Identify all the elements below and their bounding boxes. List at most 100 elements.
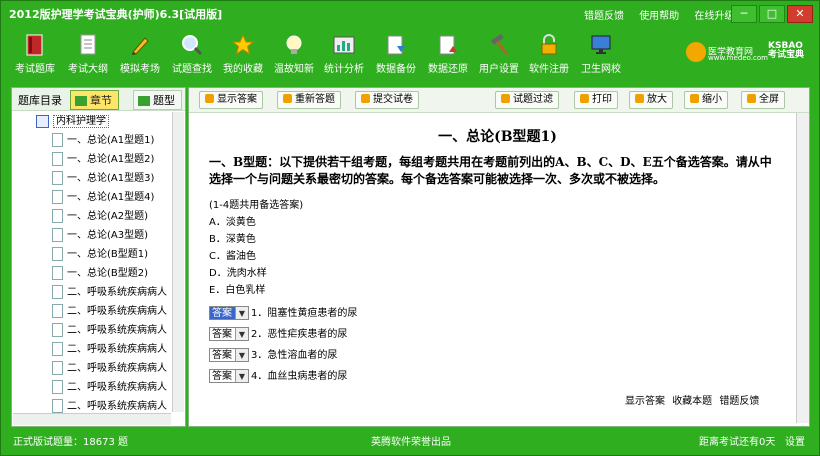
- tree-item[interactable]: 一、总论(A3型题): [14, 226, 170, 245]
- chevron-down-icon: ▼: [235, 349, 248, 361]
- chevron-down-icon: ▼: [235, 307, 248, 319]
- print-button[interactable]: 打印: [574, 91, 618, 109]
- toolbar-mock-exam[interactable]: 模拟考场: [114, 31, 166, 75]
- document-icon: [52, 361, 63, 375]
- answer-select-2[interactable]: 答案 ▼: [209, 327, 249, 341]
- toolbar-register[interactable]: 软件注册: [523, 31, 575, 75]
- answer-list: 答案 ▼ 1．阻塞性黄疸患者的尿 答案 ▼ 2．恶性疟疾患者的尿 答案 ▼ 3．急性溶血者的…: [209, 303, 774, 387]
- title-bar: 2012版护理学考试宝典(护师)6.3[试用版] 错题反馈 使用帮助 在线升级 …: [1, 1, 819, 25]
- credits: 英腾软件荣誉出品: [371, 437, 451, 448]
- option-a: A．淡黄色: [209, 217, 256, 228]
- answer-row-2: 答案 ▼ 2．恶性疟疾患者的尿: [209, 324, 774, 345]
- toolbar-statistics[interactable]: 统计分析: [318, 31, 370, 75]
- submit-button[interactable]: 提交试卷: [355, 91, 419, 109]
- answer-row-3: 答案 ▼ 3．急性溶血者的尿: [209, 345, 774, 366]
- redo-button[interactable]: 重新答题: [277, 91, 341, 109]
- link-update[interactable]: 在线升级: [694, 11, 734, 22]
- folder-icon: [36, 114, 49, 128]
- document-icon: [52, 133, 63, 147]
- document-icon: [52, 304, 63, 318]
- toolbar-search[interactable]: 试题查找: [166, 31, 218, 75]
- link-error-feedback[interactable]: 错题反馈: [584, 11, 624, 22]
- zoom-out-button[interactable]: 缩小: [684, 91, 728, 109]
- tree-item[interactable]: 二、呼吸系统疾病病人: [14, 359, 170, 378]
- document-icon: [52, 266, 63, 280]
- magnifier-icon: [180, 33, 204, 57]
- left-horizontal-scrollbar[interactable]: [13, 413, 171, 425]
- tree-item[interactable]: 一、总论(B型题2): [14, 264, 170, 283]
- close-button[interactable]: ✕: [787, 5, 813, 23]
- option-b: B．深黄色: [209, 234, 256, 245]
- tree-item[interactable]: 一、总论(A2型题): [14, 207, 170, 226]
- question-note: (1-4题共用备选答案): [209, 200, 304, 211]
- chevron-down-icon: ▼: [235, 328, 248, 340]
- filter-button[interactable]: 试题过滤: [495, 91, 559, 109]
- tree-item[interactable]: 二、呼吸系统疾病病人: [14, 283, 170, 302]
- type-icon: [138, 96, 150, 106]
- chevron-down-icon: ▼: [235, 370, 248, 382]
- tree-root[interactable]: 内科护理学: [14, 112, 170, 131]
- footer-show-answer[interactable]: 显示答案: [625, 396, 665, 407]
- tree-items: 一、总论(A1型题1) 一、总论(A1型题2) 一、总论(A1型题3) 一、总论(A1…: [14, 131, 170, 414]
- document-icon: [52, 323, 63, 337]
- zoom-in-icon: [635, 94, 644, 103]
- document-icon: [76, 33, 100, 57]
- zoom-in-button[interactable]: 放大: [629, 91, 673, 109]
- document-icon: [52, 228, 63, 242]
- question-content: 一、总论(B型题1) 一、B型题：以下提供若干组考题，每组考题共用在考题前列出的…: [209, 126, 774, 387]
- question-count: 正式版试题量：18673 题: [13, 437, 128, 448]
- tree-item[interactable]: 二、呼吸系统疾病病人: [14, 321, 170, 340]
- lightbulb-icon: [282, 33, 306, 57]
- toolbar-online-school[interactable]: 卫生网校: [575, 31, 627, 75]
- book-icon: [23, 33, 47, 57]
- catalog-label: 题库目录: [18, 94, 62, 107]
- answer-select-3[interactable]: 答案 ▼: [209, 348, 249, 362]
- chapter-icon: [75, 96, 87, 106]
- tree-item[interactable]: 二、呼吸系统疾病病人: [14, 397, 170, 414]
- submit-icon: [361, 94, 370, 103]
- toolbar-restore[interactable]: 数据还原: [422, 31, 474, 75]
- footer-favorite[interactable]: 收藏本题: [672, 396, 712, 407]
- window-title: 2012版护理学考试宝典(护师)6.3[试用版]: [9, 8, 223, 21]
- answer-select-1[interactable]: 答案 ▼: [209, 306, 249, 320]
- document-icon: [52, 247, 63, 261]
- tree-item[interactable]: 二、呼吸系统疾病病人: [14, 340, 170, 359]
- toolbar-favorites[interactable]: 我的收藏: [217, 31, 269, 75]
- answer-select-4[interactable]: 答案 ▼: [209, 369, 249, 383]
- restore-icon: [436, 33, 460, 57]
- left-vertical-scrollbar[interactable]: [172, 112, 184, 412]
- star-icon: [231, 33, 255, 57]
- toolbar-user-settings[interactable]: 用户设置: [473, 31, 525, 75]
- option-list: A．淡黄色 B．深黄色 C．酱油色 D．洗肉水样 E．白色乳样: [209, 214, 774, 299]
- minimize-button[interactable]: ─: [731, 5, 757, 23]
- tree-item[interactable]: 一、总论(B型题1): [14, 245, 170, 264]
- question-intro: 一、B型题：以下提供若干组考题，每组考题共用在考题前列出的A、B、C、D、E五个…: [209, 155, 772, 186]
- tree-item[interactable]: 一、总论(A1型题1): [14, 131, 170, 150]
- tree-item[interactable]: 二、呼吸系统疾病病人: [14, 378, 170, 397]
- fullscreen-button[interactable]: 全屏: [741, 91, 785, 109]
- toolbar-syllabus[interactable]: 考试大纲: [62, 31, 114, 75]
- question-heading: 一、总论(B型题1): [438, 129, 557, 145]
- link-help[interactable]: 使用帮助: [639, 11, 679, 22]
- document-icon: [52, 342, 63, 356]
- print-icon: [580, 94, 589, 103]
- tree-item[interactable]: 一、总论(A1型题4): [14, 188, 170, 207]
- tree-item[interactable]: 一、总论(A1型题3): [14, 169, 170, 188]
- toolbar-exam-bank[interactable]: 考试题库: [9, 31, 61, 75]
- settings-link[interactable]: 设置: [785, 433, 805, 448]
- tab-chapter[interactable]: 章节: [70, 90, 119, 110]
- tab-type[interactable]: 题型: [133, 90, 182, 110]
- document-icon: [52, 152, 63, 166]
- tree-item[interactable]: 二、呼吸系统疾病病人: [14, 302, 170, 321]
- option-d: D．洗肉水样: [209, 268, 267, 279]
- toolbar-review[interactable]: 温故知新: [268, 31, 320, 75]
- document-icon: [52, 399, 63, 413]
- tree-item[interactable]: 一、总论(A1型题2): [14, 150, 170, 169]
- toolbar-backup[interactable]: 数据备份: [370, 31, 422, 75]
- exam-countdown: 距离考试还有0天: [699, 437, 776, 448]
- footer-error-feedback[interactable]: 错题反馈: [719, 396, 759, 407]
- eye-icon: [205, 94, 214, 103]
- maximize-button[interactable]: □: [759, 5, 785, 23]
- question-vertical-scrollbar[interactable]: [796, 113, 809, 423]
- show-answer-button[interactable]: 显示答案: [199, 91, 263, 109]
